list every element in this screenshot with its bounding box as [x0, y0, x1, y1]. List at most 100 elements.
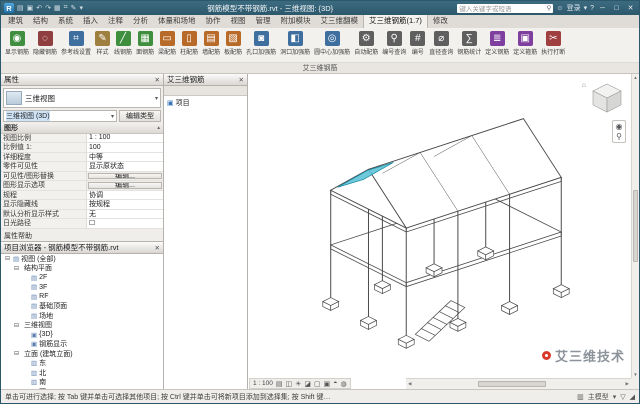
ribbon-tab[interactable]: 修改 — [428, 15, 453, 28]
number-query-button[interactable]: ⚲ 编号查询 — [380, 30, 408, 57]
properties-section-graphics[interactable]: 图形 ▴ — [1, 124, 163, 134]
tree-item-north[interactable]: ▥ 北 — [1, 368, 163, 378]
style-button[interactable]: ✎ 样式 — [93, 30, 112, 57]
temporary-hide-icon[interactable]: ◓ — [333, 380, 337, 388]
ribbon-tab[interactable]: 附加模块 — [276, 15, 316, 28]
diameter-query-button[interactable]: ⌀ 直径查询 — [427, 30, 455, 57]
modify-icon[interactable]: ✎ — [71, 4, 77, 12]
edit-type-button[interactable]: 编辑类型 — [119, 110, 161, 122]
viewcube[interactable] — [588, 79, 626, 117]
tree-item-rf[interactable]: ▤ RF — [1, 292, 163, 302]
hole-reinforcement-button[interactable]: ◙ 孔口加强筋 — [244, 30, 278, 57]
shadows-icon[interactable]: ◪ — [304, 380, 311, 388]
measure-icon[interactable]: ⌗ — [64, 4, 68, 12]
steering-wheel-icon[interactable]: ◉ — [616, 122, 623, 131]
close-button[interactable]: ✕ — [625, 4, 636, 12]
ribbon-tab[interactable]: 注释 — [103, 15, 128, 28]
face-rebar-button[interactable]: ▦ 面钢筋 — [134, 30, 156, 57]
ribbon-tab[interactable]: 结构 — [28, 15, 53, 28]
main-model-dropdown[interactable]: 主模型 — [588, 392, 609, 402]
crop-view-icon[interactable]: ▢ — [314, 380, 321, 388]
tree-expander-icon[interactable]: ⊟ — [4, 255, 11, 262]
scroll-up-icon[interactable]: ▲ — [633, 75, 637, 80]
tree-item-2f[interactable]: ▤ 2F — [1, 273, 163, 283]
scroll-right-icon[interactable]: ▶ — [626, 381, 629, 387]
ribbon-tab[interactable]: 艾三维钢筋(1.7) — [363, 15, 428, 28]
plugin-tree-item-project[interactable]: ▣ 项目 — [164, 96, 247, 110]
print-icon[interactable]: ▦ — [54, 4, 61, 12]
instance-combo-dropdown-icon[interactable]: ▾ — [111, 113, 114, 120]
sun-path-icon[interactable]: ☀ — [295, 380, 301, 388]
tree-item-structural-plans[interactable]: ⊟ 结构平面 — [1, 264, 163, 274]
view-scale-control[interactable]: 1 : 100 — [253, 380, 273, 387]
show-rebar-button[interactable]: ◉ 显示钢筋 — [3, 30, 31, 57]
app-menu-button[interactable]: R — [4, 3, 14, 13]
viewcube-home-icon[interactable]: ⌂ — [582, 82, 586, 89]
reveal-hidden-icon[interactable]: ◍ — [341, 380, 347, 388]
plugin-panel-header[interactable]: 艾三维钢筋 ✕ — [164, 74, 247, 86]
vertical-scrollbar[interactable]: ▲ ▼ — [631, 74, 639, 378]
tree-item-3d-views[interactable]: ⊟ 三维视图 — [1, 321, 163, 331]
hide-rebar-button[interactable]: ◌ 隐藏钢筋 — [31, 30, 59, 57]
properties-help-link[interactable]: 属性帮助 — [4, 231, 32, 241]
tree-expander-icon[interactable]: ⊟ — [13, 350, 20, 357]
signin-button[interactable]: 登录 — [567, 3, 581, 13]
section-collapse-icon[interactable]: ▴ — [157, 125, 160, 131]
visual-style-icon[interactable]: ◫ — [286, 380, 293, 388]
circle-center-reinforcement-button[interactable]: ◎ 圆中心加强筋 — [312, 30, 352, 57]
tree-item-views-root[interactable]: ⊟ ▤ 视图 (全部) — [1, 254, 163, 264]
tree-item-3d[interactable]: ▣ {3D} — [1, 330, 163, 340]
tree-item-east[interactable]: ▥ 东 — [1, 359, 163, 369]
auto-rebar-button[interactable]: ⚙ 自动配筋 — [352, 30, 380, 57]
signin-dropdown-icon[interactable]: ▾ — [584, 4, 588, 12]
ribbon-tab[interactable]: 系统 — [53, 15, 78, 28]
tree-item-rebar-display[interactable]: ▣ 钢筋显示 — [1, 340, 163, 350]
save-icon[interactable]: ▣ — [27, 4, 34, 12]
instance-combo[interactable]: 三维视图 (3D) ▾ — [3, 110, 117, 122]
scroll-left-icon[interactable]: ◀ — [408, 381, 411, 387]
number-button[interactable]: # 编号 — [408, 30, 427, 57]
reference-line-settings-button[interactable]: ⌗ 参考线设置 — [59, 30, 93, 57]
main-model-dropdown-icon[interactable]: ▾ — [613, 393, 617, 401]
minimize-button[interactable]: ─ — [597, 5, 608, 12]
search-icon[interactable]: ⚲ — [547, 4, 552, 12]
undo-icon[interactable]: ↶ — [36, 4, 42, 12]
open-icon[interactable]: ▤ — [17, 4, 24, 12]
scroll-down-icon[interactable]: ▼ — [633, 372, 637, 377]
tree-item-3f[interactable]: ▤ 3F — [1, 283, 163, 293]
type-selector-dropdown-icon[interactable]: ▾ — [155, 95, 158, 102]
ribbon-tab[interactable]: 管理 — [251, 15, 276, 28]
project-browser-header[interactable]: 项目浏览器 - 钢筋模型不带钢筋.rvt ✕ — [1, 242, 163, 254]
column-rebar-button[interactable]: ▯ 柱配筋 — [178, 30, 200, 57]
zoom-icon[interactable]: ⚲ — [616, 132, 622, 141]
horizontal-scroll-thumb[interactable] — [478, 381, 546, 387]
drawing-area[interactable]: ⌂ ◉ ⚲ 艾三维技术 1 : 100 ▤◫☀◪▢▣◓◍ ◀ ▶ ▲ — [248, 74, 639, 389]
line-rebar-button[interactable]: ╱ 线钢筋 — [112, 30, 134, 57]
ribbon-tab[interactable]: 建筑 — [3, 15, 28, 28]
qat-dropdown-icon[interactable]: ▾ — [79, 4, 83, 12]
help-icon[interactable]: ? — [590, 5, 594, 12]
tree-expander-icon[interactable]: ⊟ — [13, 322, 20, 329]
execute-break-button[interactable]: ✂ 执行打断 — [539, 30, 567, 57]
redo-icon[interactable]: ↷ — [45, 4, 51, 12]
tree-expander-icon[interactable]: ⊟ — [13, 265, 20, 272]
tree-item-elevations[interactable]: ⊟ 立面 (建筑立面) — [1, 349, 163, 359]
ribbon-tab[interactable]: 艾三维翻模 — [316, 15, 364, 28]
define-rebar-button[interactable]: ≣ 定义钢筋 — [483, 30, 511, 57]
filter-icon[interactable]: ▽ — [620, 393, 625, 401]
wall-rebar-button[interactable]: ▤ 墙配筋 — [200, 30, 222, 57]
define-stirrup-button[interactable]: ▣ 定义箍筋 — [511, 30, 539, 57]
ribbon-tab[interactable]: 插入 — [78, 15, 103, 28]
opening-reinforcement-button[interactable]: ◧ 洞口加强筋 — [278, 30, 312, 57]
detail-level-icon[interactable]: ▤ — [276, 380, 283, 388]
properties-close-icon[interactable]: ✕ — [155, 76, 160, 84]
tree-item-site[interactable]: ▤ 场地 — [1, 311, 163, 321]
ribbon-tab[interactable]: 体量和场地 — [153, 15, 201, 28]
ribbon-tab[interactable]: 分析 — [128, 15, 153, 28]
plugin-panel-close-icon[interactable]: ✕ — [239, 76, 244, 84]
horizontal-scrollbar[interactable]: ◀ ▶ — [406, 378, 631, 389]
beam-rebar-button[interactable]: ▭ 梁配筋 — [156, 30, 178, 57]
properties-header[interactable]: 属性 ✕ — [1, 74, 163, 86]
show-crop-icon[interactable]: ▣ — [324, 380, 331, 388]
maximize-button[interactable]: □ — [611, 5, 622, 12]
